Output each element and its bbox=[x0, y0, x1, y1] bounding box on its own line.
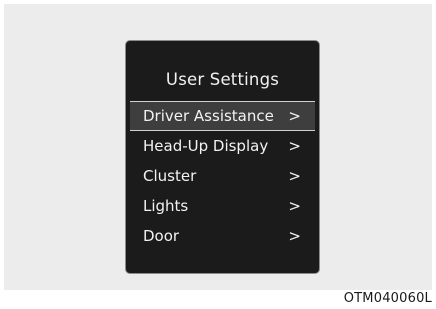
menu-item-label: Driver Assistance bbox=[143, 107, 274, 125]
figure-code-label: OTM040060L bbox=[343, 291, 432, 306]
menu-item-driver-assistance[interactable]: Driver Assistance > bbox=[130, 101, 315, 131]
chevron-right-icon: > bbox=[288, 167, 301, 185]
menu-item-label: Cluster bbox=[143, 167, 197, 185]
menu-item-label: Door bbox=[143, 227, 180, 245]
menu-item-label: Lights bbox=[143, 197, 189, 215]
menu-item-lights[interactable]: Lights > bbox=[130, 191, 315, 221]
menu-item-door[interactable]: Door > bbox=[130, 221, 315, 251]
chevron-right-icon: > bbox=[288, 107, 301, 125]
settings-menu: Driver Assistance > Head-Up Display > Cl… bbox=[130, 101, 315, 251]
chevron-right-icon: > bbox=[288, 137, 301, 155]
chevron-right-icon: > bbox=[288, 227, 301, 245]
screen-title: User Settings bbox=[165, 70, 280, 89]
menu-item-label: Head-Up Display bbox=[143, 137, 269, 155]
cluster-display-screen: User Settings Driver Assistance > Head-U… bbox=[125, 40, 320, 274]
menu-item-head-up-display[interactable]: Head-Up Display > bbox=[130, 131, 315, 161]
menu-item-cluster[interactable]: Cluster > bbox=[130, 161, 315, 191]
chevron-right-icon: > bbox=[288, 197, 301, 215]
